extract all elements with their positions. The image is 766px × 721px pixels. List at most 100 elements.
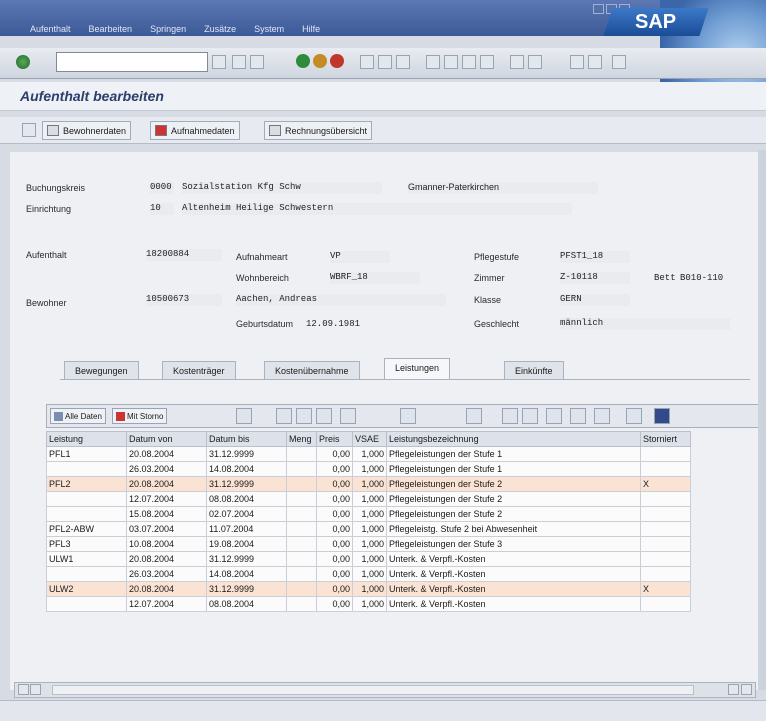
details-icon[interactable] [236, 408, 252, 424]
cell-leistung[interactable] [46, 566, 127, 582]
help-icon[interactable] [612, 55, 626, 69]
table-row[interactable]: PFL1 20.08.2004 31.12.9999 0,00 1,000 Pflegel… [46, 446, 691, 462]
cell-preis[interactable]: 0,00 [316, 521, 353, 537]
cell-datum-von[interactable]: 20.08.2004 [126, 446, 207, 462]
bewohnerdaten-button[interactable]: Bewohnerdaten [42, 121, 132, 140]
cell-datum-bis[interactable]: 02.07.2004 [206, 506, 287, 522]
cell-datum-bis[interactable]: 11.07.2004 [206, 521, 287, 537]
cell-leistungsbezeichnung[interactable]: Pflegeleistungen der Stufe 2 [386, 506, 641, 522]
filter-icon[interactable] [296, 408, 312, 424]
cell-leistungsbezeichnung[interactable]: Pflegeleistg. Stufe 2 bei Abwesenheit [386, 521, 641, 537]
cell-preis[interactable]: 0,00 [316, 536, 353, 552]
cell-leistungsbezeichnung[interactable]: Unterk. & Verpfl.-Kosten [386, 596, 641, 612]
cell-menge[interactable] [286, 491, 317, 507]
cell-storniert[interactable] [640, 536, 691, 552]
cell-menge[interactable] [286, 551, 317, 567]
exit-icon[interactable] [313, 54, 327, 68]
mit-storno-button[interactable]: Mit Storno [112, 408, 168, 424]
menu-system[interactable]: System [254, 24, 284, 36]
cell-preis[interactable]: 0,00 [316, 446, 353, 462]
word-processing-icon[interactable] [570, 408, 586, 424]
aufnahmedaten-button[interactable]: Aufnahmedaten [150, 121, 240, 140]
cell-datum-von[interactable]: 26.03.2004 [126, 566, 207, 582]
cell-storniert[interactable] [640, 521, 691, 537]
cell-vsae[interactable]: 1,000 [352, 596, 387, 612]
find-icon[interactable] [378, 55, 392, 69]
layout-icon[interactable] [570, 55, 584, 69]
menu-aufenthalt[interactable]: Aufenthalt [30, 24, 71, 36]
cell-storniert[interactable] [640, 566, 691, 582]
cell-datum-von[interactable]: 15.08.2004 [126, 506, 207, 522]
cell-leistung[interactable] [46, 596, 127, 612]
sum-icon[interactable] [316, 408, 332, 424]
cell-vsae[interactable]: 1,000 [352, 446, 387, 462]
menu-springen[interactable]: Springen [150, 24, 186, 36]
col-leistungsbezeichnung[interactable]: Leistungsbezeichnung [386, 431, 641, 447]
first-page-icon[interactable] [426, 55, 440, 69]
col-datum-bis[interactable]: Datum bis [206, 431, 287, 447]
cell-leistungsbezeichnung[interactable]: Unterk. & Verpfl.-Kosten [386, 581, 641, 597]
save-icon[interactable] [250, 55, 264, 69]
table-row[interactable]: 12.07.2004 08.08.2004 0,00 1,000 Pflegeleist… [46, 491, 691, 507]
grid-view-icon[interactable] [594, 408, 610, 424]
col-storniert[interactable]: Storniert [640, 431, 691, 447]
command-field[interactable] [56, 52, 208, 72]
table-row[interactable]: PFL2 20.08.2004 31.12.9999 0,00 1,000 Pflegel… [46, 476, 691, 492]
dropdown-icon[interactable] [212, 55, 226, 69]
cell-leistung[interactable]: ULW1 [46, 551, 127, 567]
tab-einkuenfte[interactable]: Einkünfte [504, 361, 564, 380]
col-leistung[interactable]: Leistung [46, 431, 127, 447]
scroll-left-icon[interactable] [18, 684, 29, 695]
cell-vsae[interactable]: 1,000 [352, 581, 387, 597]
cell-preis[interactable]: 0,00 [316, 461, 353, 477]
cell-preis[interactable]: 0,00 [316, 506, 353, 522]
cell-leistung[interactable]: ULW2 [46, 581, 127, 597]
scroll-left-end-icon[interactable] [728, 684, 739, 695]
cell-preis[interactable]: 0,00 [316, 491, 353, 507]
scroll-right-icon[interactable] [30, 684, 41, 695]
cell-leistung[interactable] [46, 506, 127, 522]
cell-leistung[interactable]: PFL2 [46, 476, 127, 492]
cell-storniert[interactable] [640, 446, 691, 462]
cell-leistungsbezeichnung[interactable]: Pflegeleistungen der Stufe 3 [386, 536, 641, 552]
cell-menge[interactable] [286, 581, 317, 597]
cell-menge[interactable] [286, 446, 317, 462]
table-row[interactable]: PFL2-ABW 03.07.2004 11.07.2004 0,00 1,000 Pfl… [46, 521, 691, 537]
table-row[interactable]: PFL3 10.08.2004 19.08.2004 0,00 1,000 Pflegel… [46, 536, 691, 552]
print-list-icon[interactable] [276, 408, 292, 424]
cell-leistung[interactable]: PFL1 [46, 446, 127, 462]
enter-icon[interactable] [16, 55, 30, 69]
vertical-scrollbar[interactable] [758, 150, 766, 690]
cell-datum-von[interactable]: 10.08.2004 [126, 536, 207, 552]
table-row[interactable]: ULW1 20.08.2004 31.12.9999 0,00 1,000 Unterk.… [46, 551, 691, 567]
col-preis[interactable]: Preis [316, 431, 353, 447]
cell-vsae[interactable]: 1,000 [352, 566, 387, 582]
tab-bewegungen[interactable]: Bewegungen [64, 361, 139, 380]
cell-menge[interactable] [286, 566, 317, 582]
cell-leistungsbezeichnung[interactable]: Pflegeleistungen der Stufe 1 [386, 446, 641, 462]
cell-leistung[interactable]: PFL3 [46, 536, 127, 552]
cell-menge[interactable] [286, 596, 317, 612]
cell-datum-bis[interactable]: 31.12.9999 [206, 446, 287, 462]
cell-vsae[interactable]: 1,000 [352, 476, 387, 492]
cell-datum-von[interactable]: 12.07.2004 [126, 491, 207, 507]
export-icon[interactable] [400, 408, 416, 424]
tab-kostentraeger[interactable]: Kostenträger [162, 361, 236, 380]
cell-leistungsbezeichnung[interactable]: Unterk. & Verpfl.-Kosten [386, 551, 641, 567]
back-icon[interactable] [296, 54, 310, 68]
table-row[interactable]: ULW2 20.08.2004 31.12.9999 0,00 1,000 Unterk.… [46, 581, 691, 597]
cell-preis[interactable]: 0,00 [316, 551, 353, 567]
cell-datum-von[interactable]: 26.03.2004 [126, 461, 207, 477]
cell-storniert[interactable] [640, 491, 691, 507]
spreadsheet-icon[interactable] [546, 408, 562, 424]
print-icon[interactable] [360, 55, 374, 69]
sort-icon[interactable] [466, 408, 482, 424]
menu-bearbeiten[interactable]: Bearbeiten [89, 24, 133, 36]
table-row[interactable]: 26.03.2004 14.08.2004 0,00 1,000 Pflegeleist… [46, 461, 691, 477]
cell-leistung[interactable] [46, 491, 127, 507]
table-row[interactable]: 12.07.2004 08.08.2004 0,00 1,000 Unterk. & V… [46, 596, 691, 612]
cell-vsae[interactable]: 1,000 [352, 521, 387, 537]
cell-vsae[interactable]: 1,000 [352, 461, 387, 477]
cell-datum-bis[interactable]: 14.08.2004 [206, 566, 287, 582]
cell-storniert[interactable] [640, 551, 691, 567]
